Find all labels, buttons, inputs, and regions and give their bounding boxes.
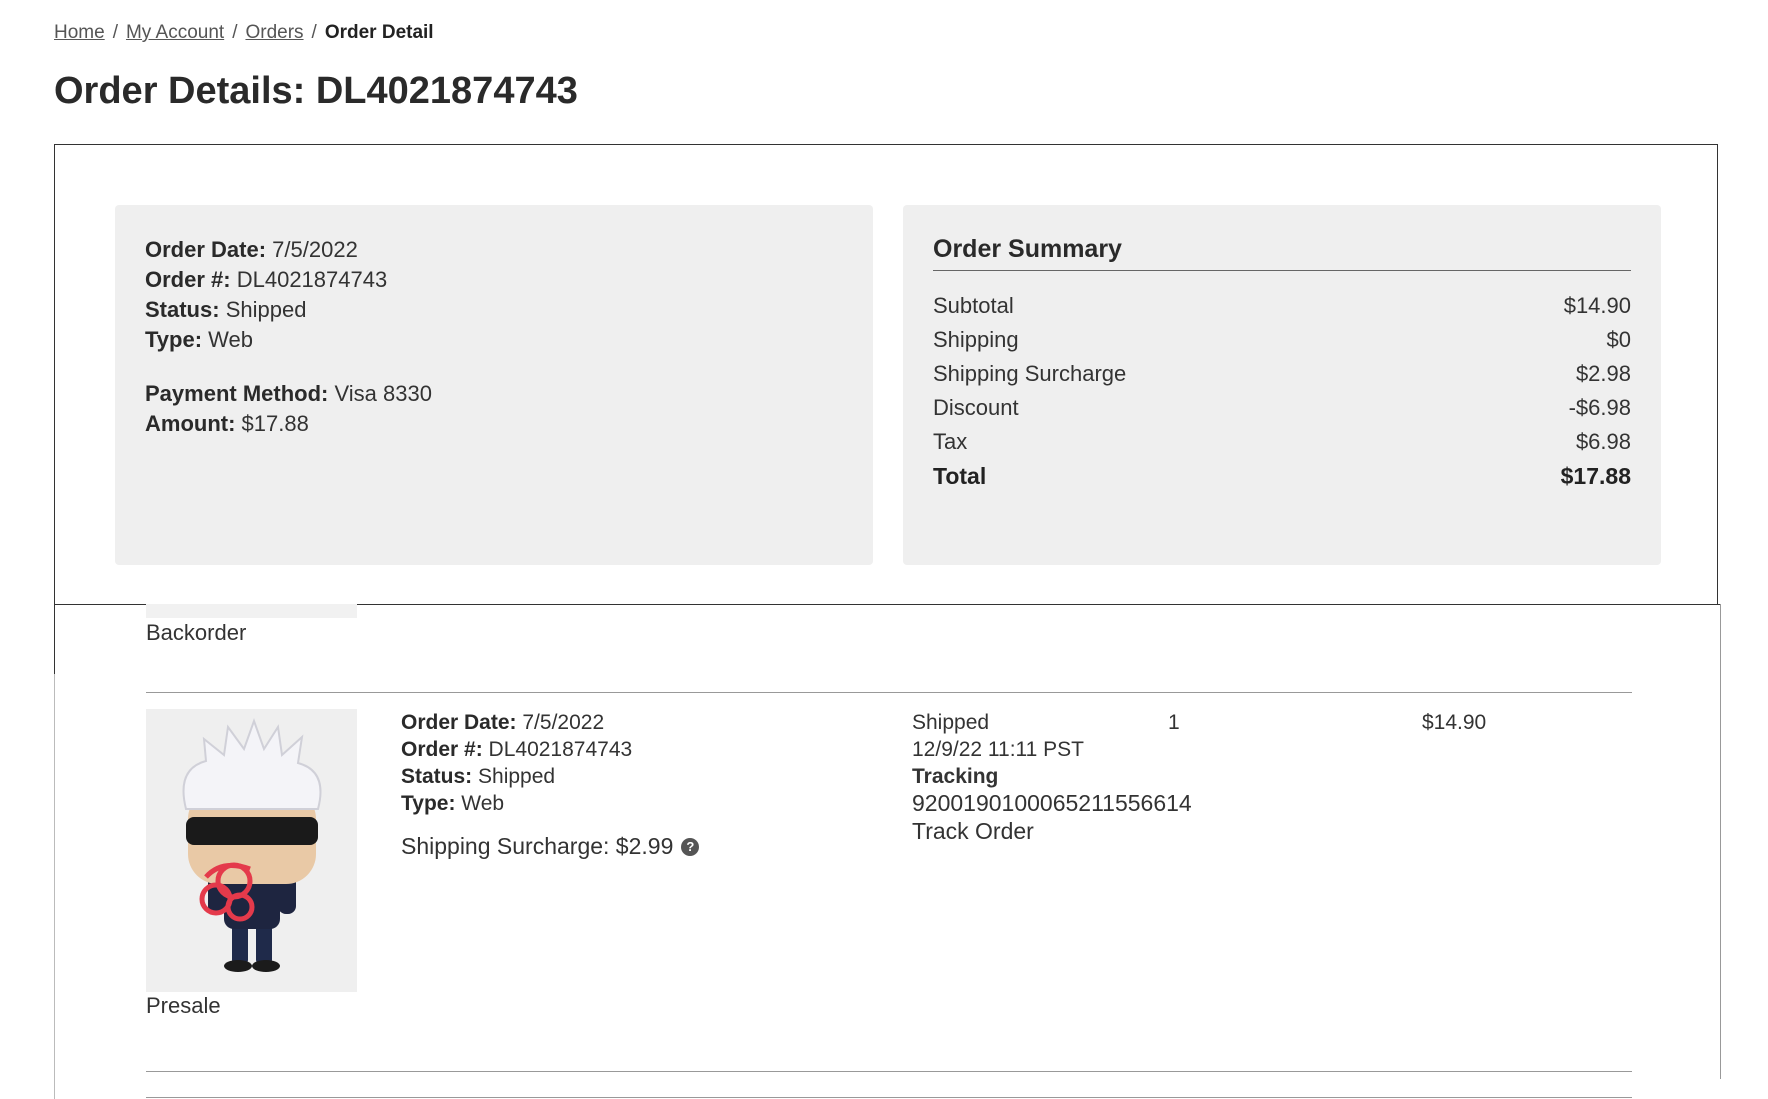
- item-order-number-row: Order #: DL4021874743: [401, 736, 699, 763]
- shipment-date: 12/9/22 11:11 PST: [912, 738, 1085, 761]
- order-date-row: Order Date: 7/5/2022: [145, 235, 843, 265]
- breadcrumb-home-link[interactable]: Home: [54, 22, 105, 43]
- item-type-value: Web: [461, 792, 505, 815]
- order-status-value: Shipped: [225, 297, 307, 322]
- summary-row-discount: Discount -$6.98: [933, 391, 1631, 425]
- order-summary-table: Subtotal $14.90 Shipping $0 Shipping Surch…: [933, 289, 1631, 493]
- summary-row-tax: Tax $6.98: [933, 425, 1631, 459]
- item-order-date-row: Order Date: 7/5/2022: [401, 709, 699, 736]
- summary-total-value: $17.88: [1560, 462, 1631, 489]
- order-status-label: Status:: [145, 297, 220, 322]
- order-type-value: Web: [208, 327, 254, 352]
- item-quantity: 1: [1168, 711, 1180, 734]
- breadcrumb-separator: /: [232, 22, 238, 43]
- payment-method-row: Payment Method: Visa 8330: [145, 379, 843, 409]
- summary-value: $0: [1606, 327, 1631, 352]
- order-number-label: Order #:: [145, 267, 231, 292]
- shipment-status: Shipped: [912, 711, 990, 734]
- item-order-number-label: Order #:: [401, 738, 483, 761]
- summary-value: -$6.98: [1568, 395, 1631, 420]
- presale-tag: Presale: [146, 993, 221, 1018]
- items-left-border: [54, 604, 55, 674]
- amount-value: $17.88: [241, 411, 309, 436]
- item-divider: [146, 1071, 1632, 1072]
- summary-value: $14.90: [1563, 293, 1631, 318]
- order-status-row: Status: Shipped: [145, 295, 843, 325]
- summary-total-label: Total: [933, 462, 987, 489]
- summary-row-subtotal: Subtotal $14.90: [933, 289, 1631, 323]
- items-left-border-lower: [54, 674, 55, 1099]
- breadcrumb-separator: /: [311, 22, 317, 43]
- breadcrumb: Home / My Account / Orders / Order Detail: [54, 22, 434, 44]
- item-type-row: Type: Web: [401, 790, 699, 817]
- item-order-number-value: DL4021874743: [488, 738, 633, 761]
- item-shipment-info: Shipped 12/9/22 11:11 PST Tracking 92001…: [912, 709, 1192, 845]
- order-type-row: Type: Web: [145, 325, 843, 355]
- order-number-value: DL4021874743: [236, 267, 388, 292]
- order-type-label: Type:: [145, 327, 203, 352]
- page-title: Order Details: DL4021874743: [54, 70, 578, 112]
- summary-label: Shipping Surcharge: [933, 361, 1127, 386]
- item-divider: [146, 1097, 1632, 1098]
- breadcrumb-orders-link[interactable]: Orders: [245, 22, 303, 43]
- breadcrumb-my-account-link[interactable]: My Account: [126, 22, 224, 43]
- amount-label: Amount:: [145, 411, 236, 436]
- tracking-label: Tracking: [912, 765, 999, 788]
- summary-value: $6.98: [1575, 429, 1631, 454]
- item-status-row: Status: Shipped: [401, 763, 699, 790]
- item-order-date-value: 7/5/2022: [522, 711, 605, 734]
- summary-label: Tax: [933, 429, 968, 454]
- product-image[interactable]: [146, 709, 357, 992]
- payment-method-value: Visa 8330: [334, 381, 432, 406]
- summary-row-shipping-surcharge: Shipping Surcharge $2.98: [933, 357, 1631, 391]
- item-order-date-label: Order Date:: [401, 711, 517, 734]
- order-info-panel: Order Date: 7/5/2022 Order #: DL40218747…: [115, 205, 873, 565]
- summary-label: Subtotal: [933, 293, 1014, 318]
- payment-method-label: Payment Method:: [145, 381, 329, 406]
- order-summary-panel: Order Summary Subtotal $14.90 Shipping $0 …: [903, 205, 1661, 565]
- summary-row-total: Total $17.88: [933, 459, 1631, 493]
- order-date-label: Order Date:: [145, 237, 267, 262]
- breadcrumb-separator: /: [112, 22, 118, 43]
- item-status-value: Shipped: [478, 765, 556, 788]
- order-date-value: 7/5/2022: [272, 237, 358, 262]
- summary-value: $2.98: [1575, 361, 1631, 386]
- summary-label: Shipping: [933, 327, 1019, 352]
- item-divider: [146, 692, 1632, 693]
- item-shipping-surcharge: Shipping Surcharge: $2.99 ?: [401, 833, 700, 860]
- question-circle-icon[interactable]: ?: [681, 837, 700, 856]
- item-type-label: Type:: [401, 792, 456, 815]
- backorder-item-image: [146, 604, 357, 618]
- order-number-row: Order #: DL4021874743: [145, 265, 843, 295]
- track-order-link[interactable]: Track Order: [912, 817, 1192, 845]
- item-surcharge-text: Shipping Surcharge: $2.99: [401, 833, 674, 859]
- item-price: $14.90: [1422, 711, 1487, 734]
- amount-row: Amount: $17.88: [145, 409, 843, 439]
- tracking-number: 9200190100065211556614: [912, 790, 1192, 816]
- items-right-border: [1720, 604, 1721, 1079]
- order-summary-title: Order Summary: [933, 235, 1631, 271]
- funko-figure-icon: [182, 718, 322, 972]
- breadcrumb-current: Order Detail: [324, 22, 434, 43]
- summary-label: Discount: [933, 395, 1019, 420]
- item-status-label: Status:: [401, 765, 473, 788]
- backorder-tag: Backorder: [146, 620, 247, 645]
- summary-row-shipping: Shipping $0: [933, 323, 1631, 357]
- item-details: Order Date: 7/5/2022 Order #: DL40218747…: [401, 709, 700, 860]
